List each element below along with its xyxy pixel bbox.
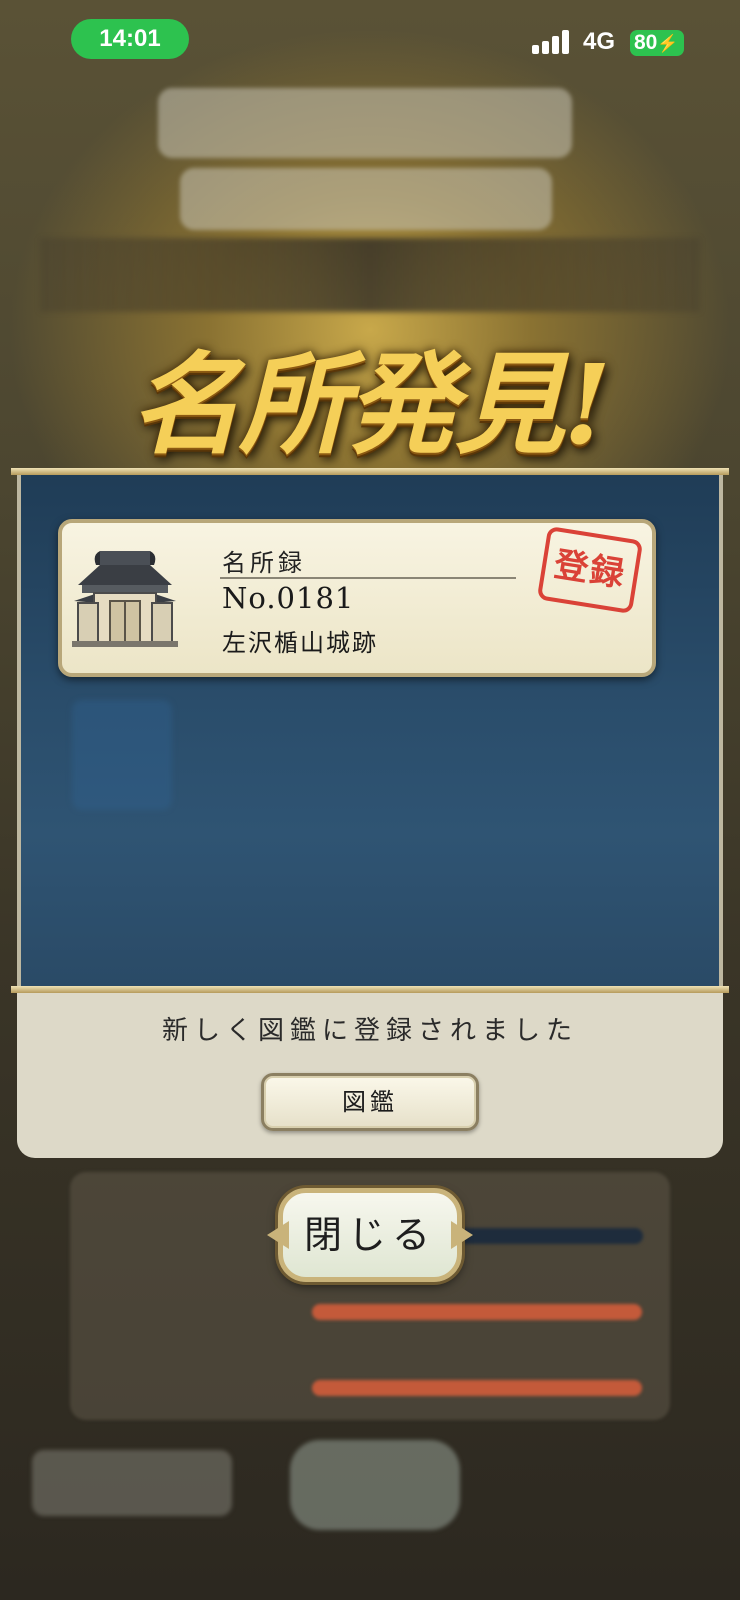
record-label-underline (220, 577, 516, 579)
background-blurred-subheader (180, 168, 552, 230)
record-place-name: 左沢楯山城跡 (222, 629, 378, 657)
close-button[interactable]: 閉じる (278, 1188, 462, 1282)
encyclopedia-button[interactable]: 図鑑 (261, 1073, 479, 1131)
dialog-divider (11, 986, 729, 993)
background-blurred-banner (40, 238, 700, 312)
castle-gate-icon (72, 551, 178, 647)
charging-bolt-icon: ⚡ (657, 34, 679, 53)
background-blurred-button (290, 1440, 460, 1530)
status-time: 14:01 (71, 19, 189, 59)
background-blurred-button (32, 1450, 232, 1516)
background-blurred-header (158, 88, 572, 158)
background-blurred-bar (312, 1380, 642, 1396)
record-label: 名所録 (222, 549, 306, 577)
registration-message: 新しく図鑑に登録されました (161, 1016, 578, 1046)
signal-icon (532, 30, 572, 54)
battery-indicator: 80⚡ (630, 30, 684, 56)
background-blurred-bar (312, 1304, 642, 1320)
record-number: No.0181 (222, 581, 355, 615)
battery-level: 80 (634, 31, 658, 54)
network-type: 4G (583, 28, 616, 55)
record-card: 名所録 No.0181 左沢楯山城跡 登録 (58, 519, 656, 677)
registered-stamp: 登録 (536, 525, 644, 615)
background-faded-icon (72, 700, 172, 810)
dialog-title: 名所発見! (130, 340, 611, 469)
